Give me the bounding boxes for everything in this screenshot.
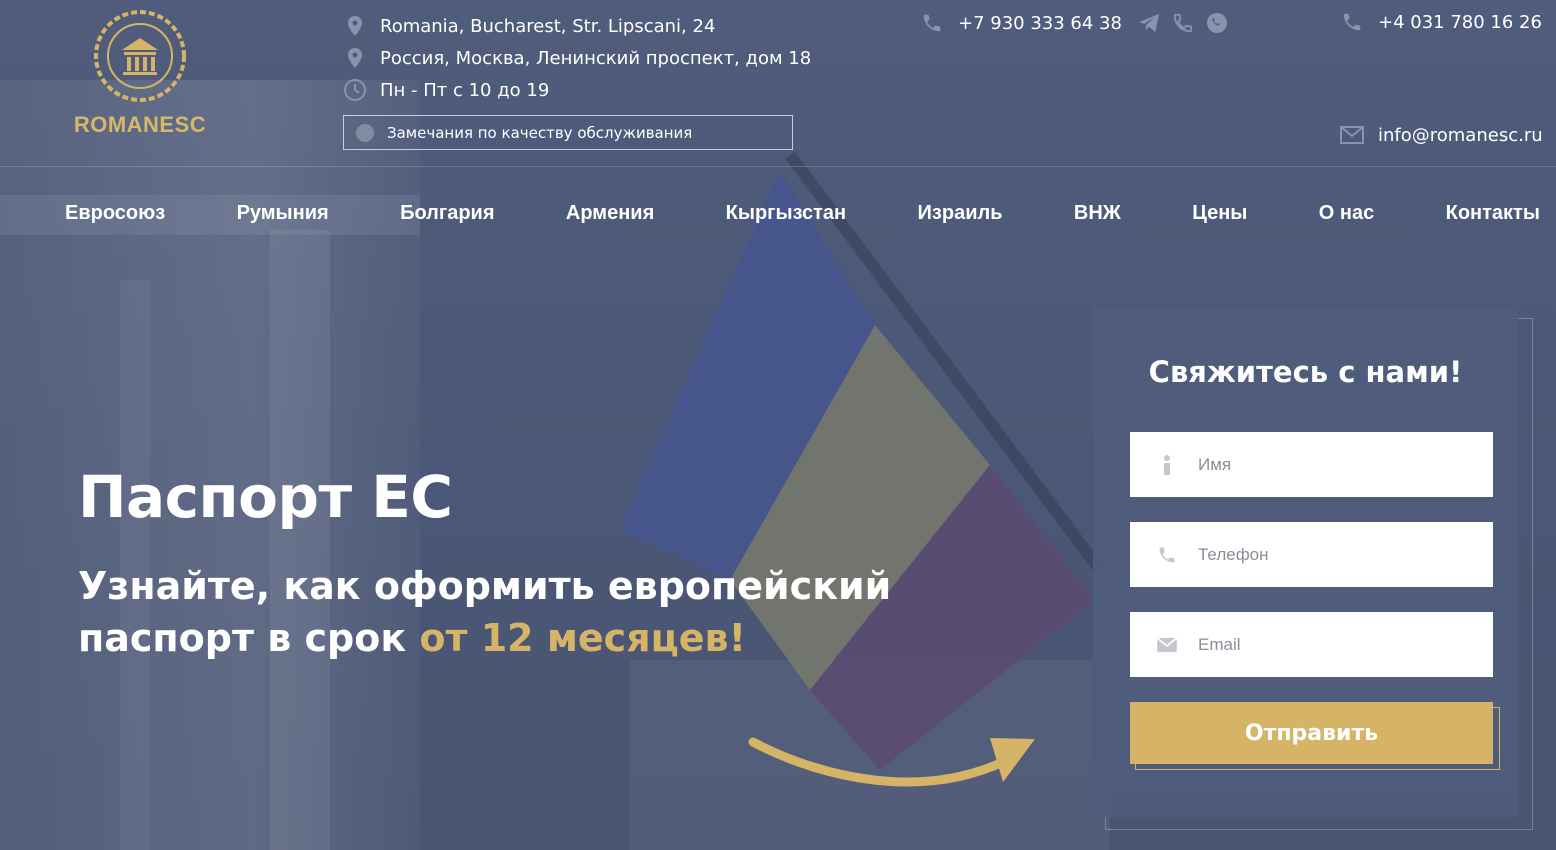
name-input[interactable] [1198,454,1478,475]
nav-item-prices[interactable]: Цены [1192,202,1247,225]
phone-romania[interactable]: +4 031 780 16 26 [1340,10,1542,34]
main-navigation: Евросоюз Румыния Болгария Армения Кыргыз… [65,202,1540,225]
email-link[interactable]: info@romanesc.ru [1340,123,1543,147]
email-input[interactable] [1198,634,1478,655]
address-romania: Romania, Bucharest, Str. Lipscani, 24 [343,10,811,42]
brand-logo[interactable]: ROMANESC [60,6,220,146]
name-field-wrapper [1130,432,1493,497]
working-hours: Пн - Пт с 10 до 19 [343,74,811,106]
phone-input[interactable] [1198,544,1478,565]
location-pin-icon [343,46,367,70]
contact-form-title: Свяжитесь с нами! [1148,355,1463,389]
phone-icon [1156,544,1178,566]
hero-subtitle: Узнайте, как оформить европейский паспор… [78,560,978,664]
nav-item-bulgaria[interactable]: Болгария [400,202,494,225]
nav-item-armenia[interactable]: Армения [566,202,654,225]
address-russia: Россия, Москва, Ленинский проспект, дом … [343,42,811,74]
hero-title: Паспорт ЕС [78,463,453,531]
address-romania-text: Romania, Bucharest, Str. Lipscani, 24 [380,15,716,37]
location-pin-icon [343,14,367,38]
viber-icon[interactable] [1170,10,1196,36]
email-field-wrapper [1130,612,1493,677]
phone-icon [1340,10,1364,34]
working-hours-text: Пн - Пт с 10 до 19 [380,79,550,101]
header-divider [0,166,1556,167]
nav-item-romania[interactable]: Румыния [237,202,329,225]
hero-subtitle-accent: от 12 месяцев! [419,616,746,660]
phone-russia[interactable]: +7 930 333 64 38 [920,10,1230,36]
clock-icon [343,78,367,102]
nav-item-residence-permit[interactable]: ВНЖ [1074,202,1121,225]
brand-name: ROMANESC [73,112,207,137]
address-russia-text: Россия, Москва, Ленинский проспект, дом … [380,47,812,69]
curved-arrow-icon [748,737,1035,787]
laurel-building-icon [94,10,186,102]
phone-icon [920,11,944,35]
messenger-links [1136,10,1230,36]
whatsapp-icon[interactable] [1204,10,1230,36]
email-address: info@romanesc.ru [1378,124,1543,146]
telegram-icon[interactable] [1136,10,1162,36]
nav-item-eu[interactable]: Евросоюз [65,202,165,225]
feedback-icon [356,123,374,142]
nav-item-contacts[interactable]: Контакты [1446,202,1540,225]
envelope-icon [1156,634,1178,656]
service-feedback-button[interactable]: Замечания по качеству обслуживания [343,115,793,150]
header-contacts: Romania, Bucharest, Str. Lipscani, 24 Ро… [343,10,811,106]
submit-button[interactable]: Отправить [1130,702,1493,764]
phone-field-wrapper [1130,522,1493,587]
nav-item-kyrgyzstan[interactable]: Кыргызстан [726,202,846,225]
phone-romania-number: +4 031 780 16 26 [1378,11,1542,33]
phone-russia-number: +7 930 333 64 38 [958,12,1122,34]
nav-item-about[interactable]: О нас [1319,202,1374,225]
user-icon [1156,454,1178,476]
service-feedback-label: Замечания по качеству обслуживания [387,123,693,142]
nav-item-israel[interactable]: Израиль [918,202,1003,225]
contact-form: Свяжитесь с нами! Отправить [1093,307,1518,817]
envelope-icon [1340,123,1364,147]
